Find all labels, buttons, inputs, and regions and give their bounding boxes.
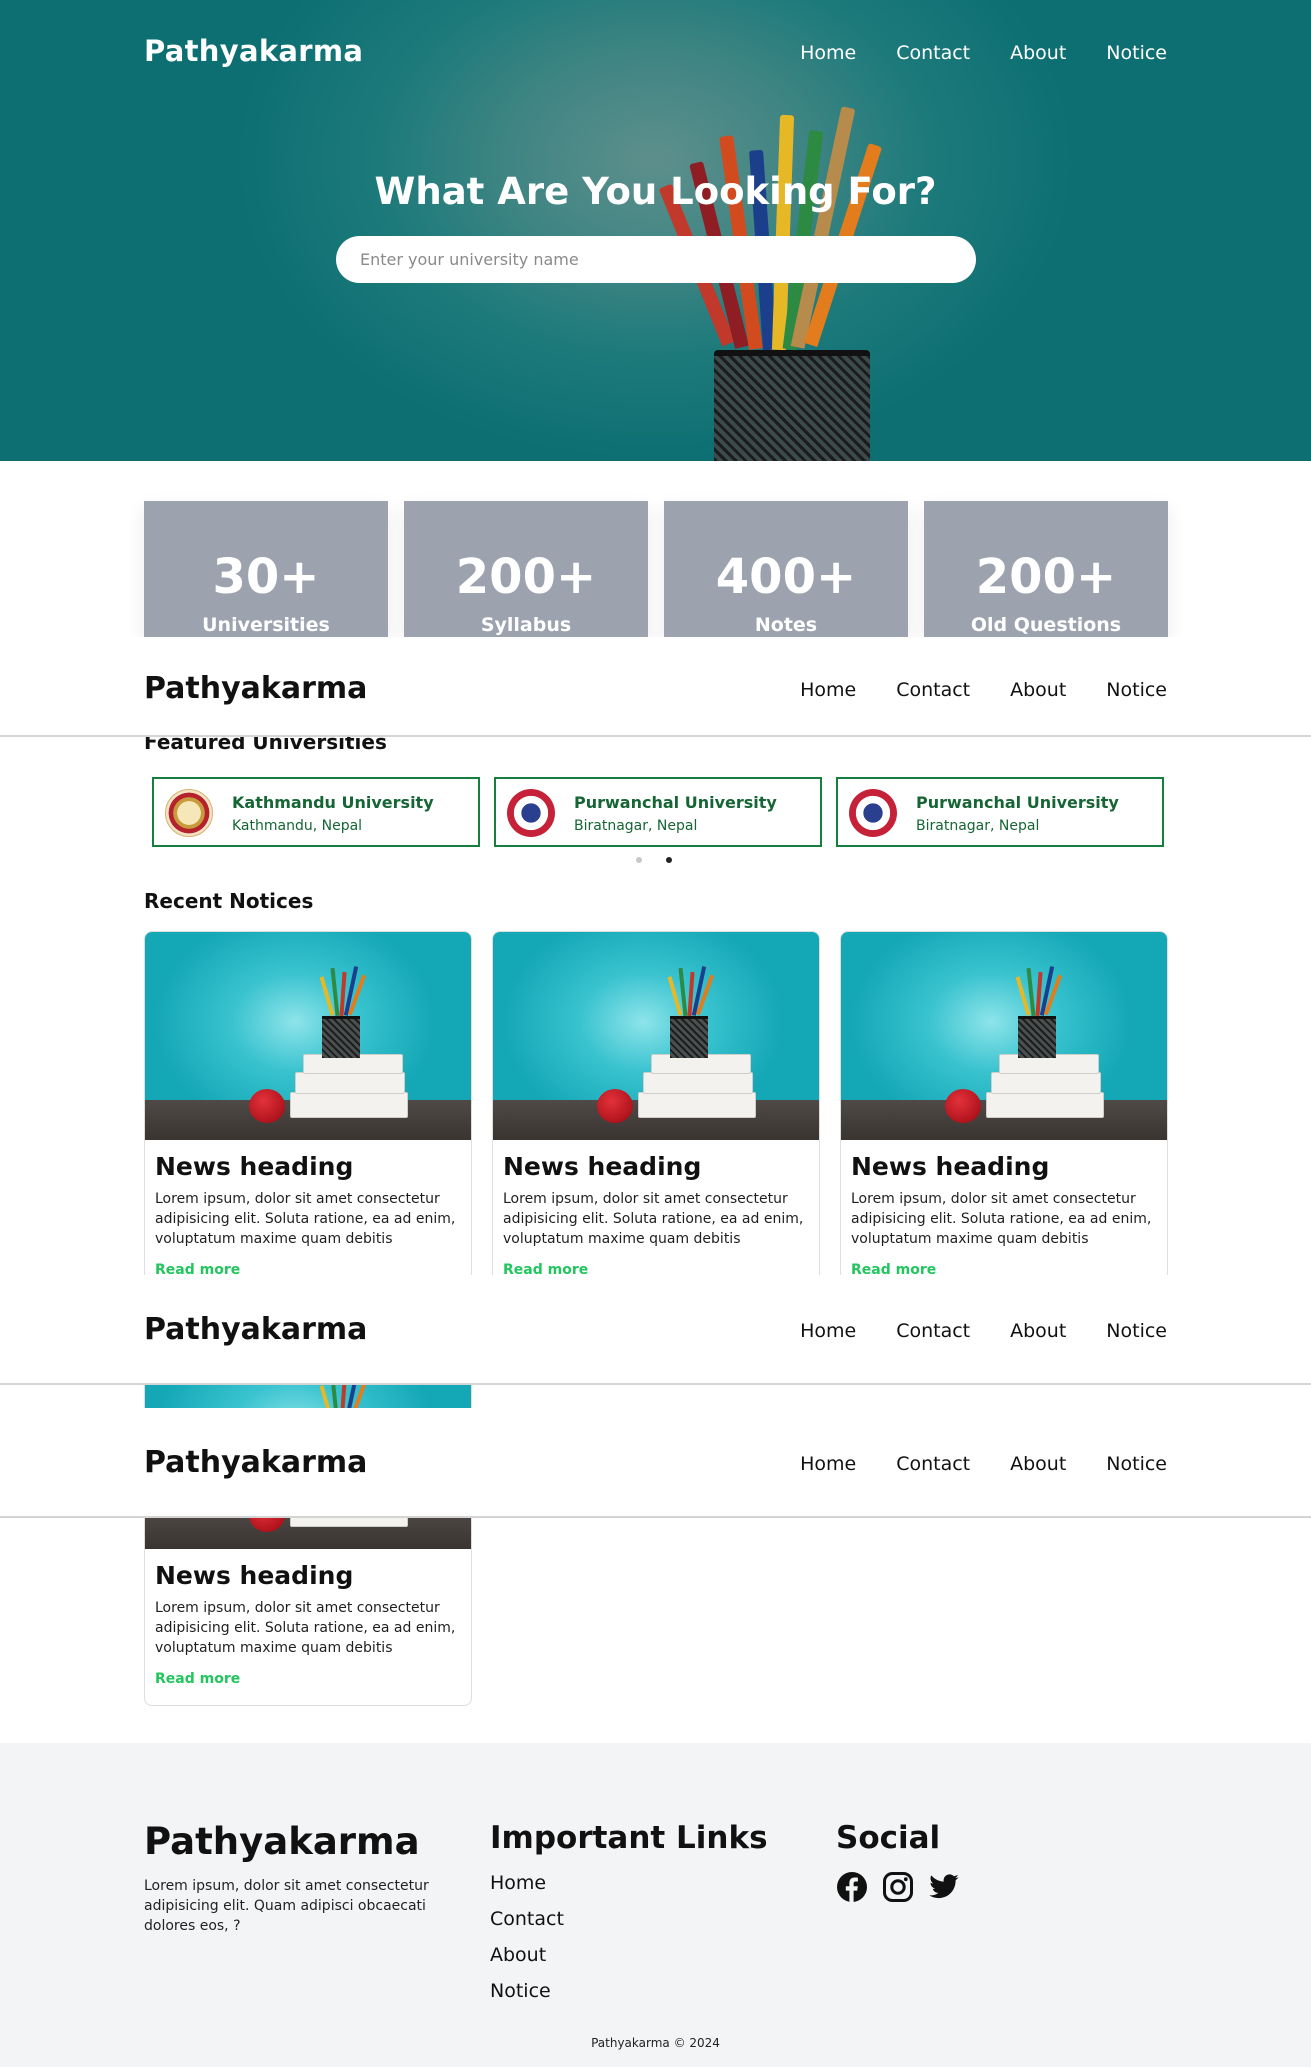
nav-link-contact[interactable]: Contact — [896, 42, 970, 64]
news-card: News heading Lorem ipsum, dolor sit amet… — [840, 931, 1168, 1297]
stat-label: Old Questions — [970, 614, 1122, 636]
stat-label: Notes — [754, 614, 818, 636]
footer-link-notice[interactable]: Notice — [490, 1979, 564, 2003]
carousel-dots — [636, 857, 672, 863]
stat-label: Universities — [202, 614, 330, 636]
nav-link-notice[interactable]: Notice — [1106, 42, 1167, 64]
university-star-emblem-icon — [849, 789, 897, 837]
sticky-navbar: Pathyakarma Home Contact About Notice — [0, 1275, 1311, 1385]
stats-row: 30+ Universities 200+ Syllabus 400+ Note… — [144, 501, 1168, 637]
twitter-icon[interactable] — [928, 1871, 960, 1903]
university-location: Biratnagar, Nepal — [574, 818, 698, 834]
copyright: Pathyakarma © 2024 — [591, 2036, 720, 2050]
nav-link-contact[interactable]: Contact — [896, 1320, 970, 1342]
university-card[interactable]: Kathmandu University Kathmandu, Nepal — [152, 777, 480, 847]
university-seal-icon — [165, 789, 213, 837]
news-heading: News heading — [851, 1152, 1050, 1181]
main-nav: Home Contact About Notice — [800, 1453, 1167, 1475]
university-search-input[interactable] — [336, 236, 976, 283]
footer: Pathyakarma Lorem ipsum, dolor sit amet … — [0, 1743, 1311, 2067]
nav-link-contact[interactable]: Contact — [896, 1453, 970, 1475]
sticky-navbar: Pathyakarma Home Contact About Notice — [0, 1408, 1311, 1518]
nav-link-contact[interactable]: Contact — [896, 679, 970, 701]
news-heading: News heading — [155, 1561, 354, 1590]
news-excerpt: Lorem ipsum, dolor sit amet consectetur … — [503, 1191, 804, 1247]
news-card: News heading Lorem ipsum, dolor sit amet… — [492, 931, 820, 1297]
university-card[interactable]: Purwanchal University Biratnagar, Nepal — [494, 777, 822, 847]
footer-social-title: Social — [836, 1820, 941, 1856]
university-name: Purwanchal University — [574, 793, 777, 812]
news-heading: News heading — [503, 1152, 702, 1181]
university-location: Kathmandu, Nepal — [232, 818, 363, 834]
footer-link-about[interactable]: About — [490, 1943, 564, 1967]
news-excerpt: Lorem ipsum, dolor sit amet consectetur … — [155, 1600, 456, 1656]
site-logo[interactable]: Pathyakarma — [144, 671, 367, 706]
news-image — [493, 932, 819, 1140]
hero-section: Pathyakarma Home Contact About Notice Wh… — [0, 0, 1311, 461]
footer-links: Home Contact About Notice — [490, 1871, 564, 2003]
carousel-dot[interactable] — [636, 857, 642, 863]
facebook-icon[interactable] — [836, 1871, 868, 1903]
stat-value: 200+ — [455, 549, 597, 605]
news-card: News heading Lorem ipsum, dolor sit amet… — [144, 1340, 472, 1706]
footer-logo[interactable]: Pathyakarma — [144, 1820, 420, 1863]
footer-description: Lorem ipsum, dolor sit amet consectetur … — [144, 1878, 429, 1934]
nav-link-notice[interactable]: Notice — [1106, 1453, 1167, 1475]
news-heading: News heading — [155, 1152, 354, 1181]
nav-link-home[interactable]: Home — [800, 1320, 856, 1342]
university-location: Biratnagar, Nepal — [916, 818, 1040, 834]
nav-link-home[interactable]: Home — [800, 1453, 856, 1475]
nav-link-about[interactable]: About — [1010, 1453, 1066, 1475]
nav-link-about[interactable]: About — [1010, 1320, 1066, 1342]
university-star-emblem-icon — [507, 789, 555, 837]
main-nav: Home Contact About Notice — [800, 679, 1167, 701]
news-image — [841, 932, 1167, 1140]
hero-site-logo[interactable]: Pathyakarma — [144, 34, 363, 68]
stat-label: Syllabus — [480, 614, 572, 636]
university-name: Purwanchal University — [916, 793, 1119, 812]
footer-link-contact[interactable]: Contact — [490, 1907, 564, 1931]
nav-link-notice[interactable]: Notice — [1106, 1320, 1167, 1342]
recent-notices-title: Recent Notices — [144, 889, 314, 913]
nav-link-about[interactable]: About — [1010, 42, 1066, 64]
read-more-link[interactable]: Read more — [155, 1671, 461, 1687]
nav-link-about[interactable]: About — [1010, 679, 1066, 701]
stat-value: 200+ — [975, 549, 1117, 605]
social-links — [836, 1871, 960, 1903]
footer-link-home[interactable]: Home — [490, 1871, 564, 1895]
news-excerpt: Lorem ipsum, dolor sit amet consectetur … — [851, 1191, 1152, 1247]
news-card: News heading Lorem ipsum, dolor sit amet… — [144, 931, 472, 1297]
nav-link-home[interactable]: Home — [800, 679, 856, 701]
instagram-icon[interactable] — [882, 1871, 914, 1903]
carousel-dot-active[interactable] — [666, 857, 672, 863]
stat-card-old-questions: 200+ Old Questions — [924, 501, 1168, 637]
stat-value: 30+ — [212, 549, 320, 605]
main-nav: Home Contact About Notice — [800, 1320, 1167, 1342]
nav-link-home[interactable]: Home — [800, 42, 856, 64]
nav-link-notice[interactable]: Notice — [1106, 679, 1167, 701]
site-logo[interactable]: Pathyakarma — [144, 1312, 367, 1347]
hero-nav: Home Contact About Notice — [800, 42, 1167, 64]
stat-card-syllabus: 200+ Syllabus — [404, 501, 648, 637]
stat-card-universities: 30+ Universities — [144, 501, 388, 637]
stat-value: 400+ — [715, 549, 857, 605]
stat-card-notes: 400+ Notes — [664, 501, 908, 637]
footer-links-title: Important Links — [490, 1820, 768, 1856]
site-logo[interactable]: Pathyakarma — [144, 1445, 367, 1480]
university-name: Kathmandu University — [232, 793, 434, 812]
news-excerpt: Lorem ipsum, dolor sit amet consectetur … — [155, 1191, 456, 1247]
hero-headline: What Are You Looking For? — [374, 170, 937, 213]
sticky-navbar: Pathyakarma Home Contact About Notice — [0, 637, 1311, 737]
news-image — [145, 932, 471, 1140]
university-card[interactable]: Purwanchal University Biratnagar, Nepal — [836, 777, 1164, 847]
